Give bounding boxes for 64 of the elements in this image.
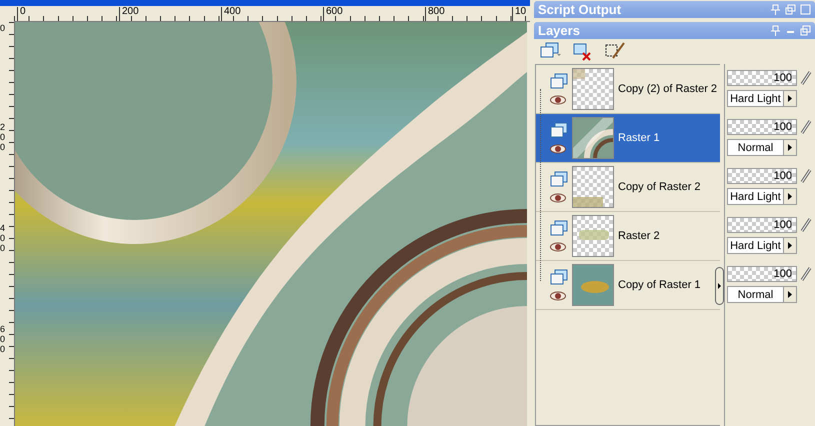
maximize-icon[interactable] — [800, 4, 811, 15]
layer-name: Raster 2 — [618, 230, 660, 242]
panel-title: Layers — [538, 23, 581, 38]
layer-icon[interactable] — [550, 220, 568, 236]
layer-row[interactable]: Copy of Raster 2 — [536, 163, 720, 212]
layer-thumbnail — [572, 68, 614, 110]
ruler-label: 10 — [512, 7, 526, 21]
ruler-label: 800 — [425, 7, 445, 21]
opacity-field[interactable]: 100 — [727, 119, 797, 135]
link-icon[interactable] — [799, 217, 813, 233]
layer-thumbnail — [572, 264, 614, 306]
opacity-field[interactable]: 100 — [727, 168, 797, 184]
pin-icon[interactable] — [770, 25, 781, 36]
layer-thumbnail — [572, 215, 614, 257]
layer-name: Copy of Raster 1 — [618, 279, 701, 291]
opacity-field[interactable]: 100 — [727, 266, 797, 282]
panel-title: Script Output — [538, 2, 622, 17]
opacity-field[interactable]: 100 — [727, 70, 797, 86]
ruler-label: 400 — [221, 7, 241, 21]
blend-mode-dropdown[interactable]: Hard Light — [727, 188, 797, 205]
layer-row[interactable]: Raster 2 — [536, 212, 720, 261]
layer-name: Raster 1 — [618, 132, 660, 144]
layer-thumbnail — [572, 117, 614, 159]
ruler-label: 400 — [0, 224, 5, 254]
ruler-label: 0 — [17, 7, 26, 21]
layer-name: Copy of Raster 2 — [618, 181, 701, 193]
caret-icon — [783, 189, 796, 204]
ruler-label: 600 — [323, 7, 343, 21]
mask-brush-icon[interactable] — [604, 42, 626, 62]
eye-icon[interactable] — [550, 193, 566, 203]
layer-icon[interactable] — [550, 122, 568, 138]
restore-icon[interactable] — [800, 25, 811, 36]
caret-icon — [783, 238, 796, 253]
pin-icon[interactable] — [770, 4, 781, 15]
blend-mode-dropdown[interactable]: Hard Light — [727, 237, 797, 254]
opacity-field[interactable]: 100 — [727, 217, 797, 233]
layer-icon[interactable] — [550, 73, 568, 89]
layer-row[interactable]: Raster 1 — [536, 114, 720, 163]
ruler-label: 200 — [0, 123, 5, 153]
layer-row[interactable]: Copy of Raster 1 — [536, 261, 720, 310]
ruler-label: 600 — [0, 325, 5, 355]
expand-handle-icon[interactable] — [715, 267, 724, 305]
layer-thumbnail — [572, 166, 614, 208]
ruler-label: 200 — [119, 7, 139, 21]
blend-mode-dropdown[interactable]: Hard Light — [727, 90, 797, 107]
blend-mode-dropdown[interactable]: Normal — [727, 286, 797, 303]
ruler-label: 0 — [0, 24, 5, 34]
eye-icon[interactable] — [550, 291, 566, 301]
link-icon[interactable] — [799, 70, 813, 86]
layer-icon[interactable] — [550, 269, 568, 285]
layer-row[interactable]: Copy (2) of Raster 2 — [536, 65, 720, 114]
caret-icon — [783, 91, 796, 106]
restore-icon[interactable] — [785, 4, 796, 15]
eye-icon[interactable] — [550, 95, 566, 105]
link-icon[interactable] — [799, 266, 813, 282]
link-icon[interactable] — [799, 119, 813, 135]
blend-mode-dropdown[interactable]: Normal — [727, 139, 797, 156]
layer-name: Copy (2) of Raster 2 — [618, 83, 718, 95]
link-icon[interactable] — [799, 168, 813, 184]
caret-icon — [783, 140, 796, 155]
layer-icon[interactable] — [550, 171, 568, 187]
eye-icon[interactable] — [550, 144, 566, 154]
caret-icon — [783, 287, 796, 302]
eye-icon[interactable] — [550, 242, 566, 252]
